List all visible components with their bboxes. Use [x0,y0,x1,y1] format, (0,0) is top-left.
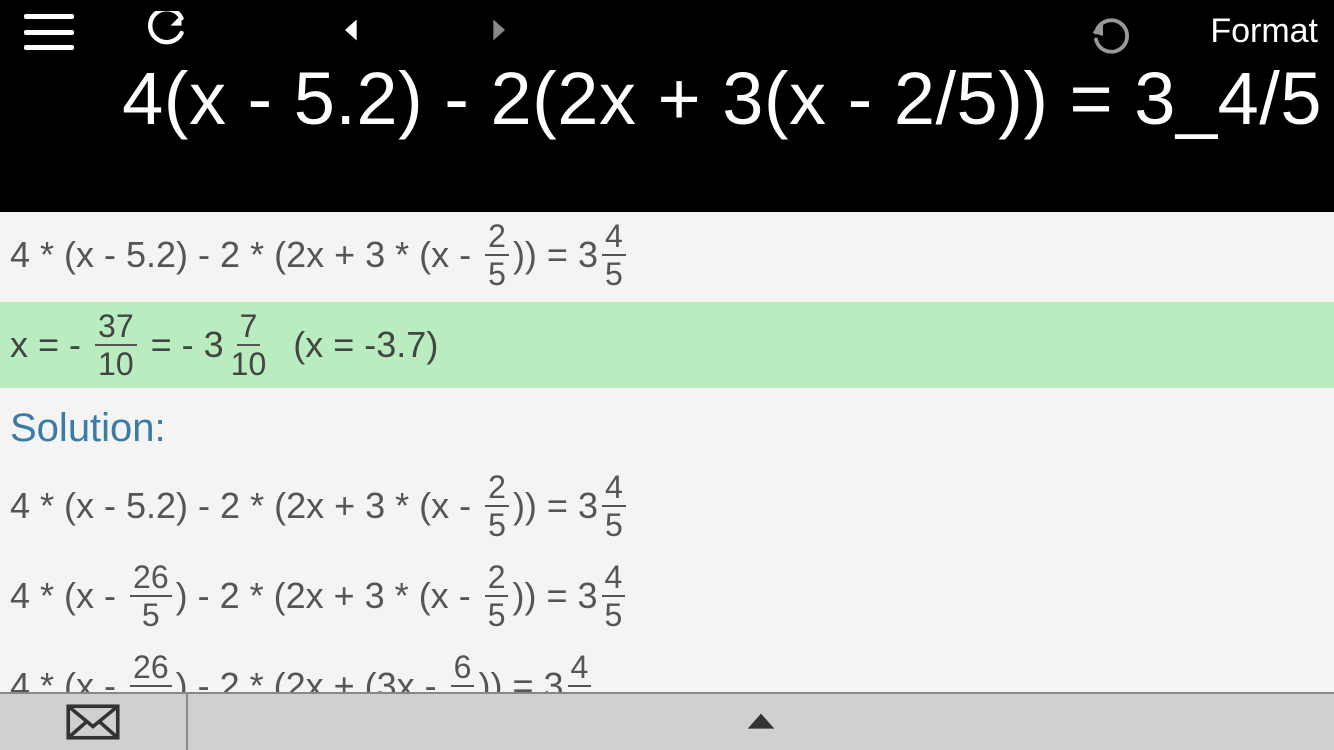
fraction: 26 5 [130,561,172,631]
solution-heading: Solution: [0,388,1334,463]
text-segment: ) - 2 * (2x + (3x - [176,665,447,692]
fraction-denominator: 10 [95,346,137,380]
parsed-equation-row: 4 * (x - 5.2) - 2 * (2x + 3 * (x - 2 5 )… [0,212,1334,298]
solution-step: 4 * (x - 26 5 ) - 2 * (2x + 3 * (x - 2 5… [0,553,1334,639]
text-segment: x = - [10,324,91,366]
text-segment: 4 * (x - [10,665,126,692]
fraction-numerator: 26 [130,651,172,687]
fraction-numerator: 4 [602,561,626,597]
fraction-numerator: 4 [602,471,626,507]
solution-step: 4 * (x - 5.2) - 2 * (2x + 3 * (x - 2 5 )… [0,463,1334,549]
fraction: 4 5 [602,561,626,631]
text-segment: ) - 2 * (2x + 3 * (x - [176,575,481,617]
text-segment: )) = 3 [512,575,597,617]
fraction: 4 5 [602,220,626,290]
toolbar: Format [0,0,1334,60]
reload-icon[interactable] [140,8,190,58]
fraction: 37 10 [95,310,137,380]
fraction-numerator: 4 [602,220,626,256]
fraction: 4 5 [568,651,592,692]
fraction-numerator: 37 [95,310,137,346]
history-back-icon[interactable] [332,10,372,50]
fraction-denominator: 5 [602,597,626,631]
fraction-numerator: 2 [485,471,509,507]
text-segment: = - 3 [141,324,224,366]
format-button[interactable]: Format [1210,12,1318,51]
fraction: 2 5 [485,561,509,631]
text-segment: 4 * (x - [10,575,126,617]
fraction-denominator: 5 [485,507,509,541]
fraction: 6 5 [451,651,475,692]
fraction: 2 5 [485,220,509,290]
bottom-bar [0,692,1334,750]
top-bar: Format 4(x - 5.2) - 2(2x + 3(x - 2/5)) =… [0,0,1334,212]
text-segment: )) = 3 [513,485,598,527]
fraction: 26 5 [130,651,172,692]
text-segment: 4 * (x - 5.2) - 2 * (2x + 3 * (x - [10,234,481,276]
history-forward-icon [478,10,518,50]
solution-step: 4 * (x - 26 5 ) - 2 * (2x + (3x - 6 5 ))… [0,643,1334,692]
text-segment: (x = -3.7) [273,324,438,366]
fraction: 7 10 [228,310,270,380]
fraction-denominator: 5 [602,256,626,290]
fraction-denominator: 5 [485,256,509,290]
mail-button[interactable] [0,694,188,750]
fraction-denominator: 5 [602,507,626,541]
result-row: x = - 37 10 = - 3 7 10 (x = -3.7) [0,302,1334,388]
fraction-numerator: 4 [568,651,592,687]
fraction: 4 5 [602,471,626,541]
solution-content: 4 * (x - 5.2) - 2 * (2x + 3 * (x - 2 5 )… [0,212,1334,692]
fraction-numerator: 26 [130,561,172,597]
text-segment: )) = 3 [478,665,563,692]
fraction-numerator: 6 [451,651,475,687]
equation-input-display[interactable]: 4(x - 5.2) - 2(2x + 3(x - 2/5)) = 3_4/5 [0,56,1334,141]
fraction-denominator: 10 [228,346,270,380]
menu-icon[interactable] [24,14,74,50]
fraction: 2 5 [485,471,509,541]
expand-keyboard-button[interactable] [188,694,1334,750]
fraction-denominator: 5 [139,597,163,631]
fraction-numerator: 7 [237,310,261,346]
fraction-numerator: 2 [485,561,509,597]
text-segment: )) = 3 [513,234,598,276]
undo-icon[interactable] [1086,12,1134,60]
fraction-numerator: 2 [485,220,509,256]
text-segment: 4 * (x - 5.2) - 2 * (2x + 3 * (x - [10,485,481,527]
fraction-denominator: 5 [485,597,509,631]
